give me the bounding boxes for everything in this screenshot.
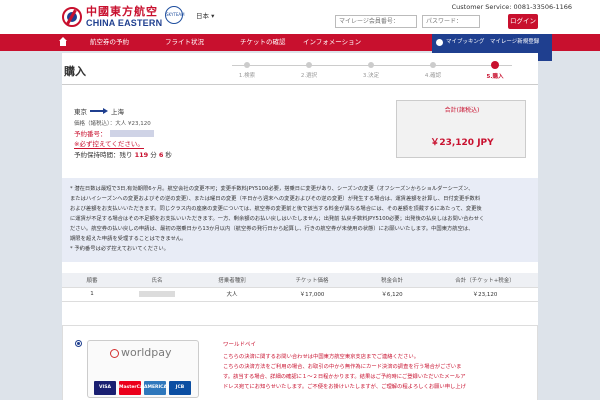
login-button[interactable]: ログイン	[508, 14, 538, 29]
worldpay-radio[interactable]	[75, 340, 82, 347]
keep-note: ※必ず控えてください。	[74, 140, 144, 149]
total-label: 合計(諸税込)	[444, 107, 480, 114]
user-icon	[436, 39, 443, 46]
col-tax-total: 税金合計	[352, 273, 432, 288]
logo-english-text: CHINA EASTERN	[86, 18, 163, 28]
nav-item-booking[interactable]: 航空券の予約	[90, 34, 129, 51]
step-label: 4.確認	[424, 73, 442, 79]
jcb-icon: JCB	[169, 381, 191, 395]
amex-icon: AMERICAN EXPRESS	[144, 381, 171, 400]
origin-city: 東京	[74, 108, 87, 116]
payment-line: ドレス宛てにお知らせいたします。ご不便をお掛けいたしますが、ご理解の程よろしくお…	[223, 384, 466, 390]
visa-icon: VISA	[94, 381, 116, 395]
cell-passenger-type: 大人	[192, 287, 272, 302]
nav-item-ticket-check[interactable]: チケットの確認	[240, 34, 286, 51]
hold-seconds-unit: 秒	[165, 151, 172, 159]
cell-name	[122, 287, 192, 302]
step-dot	[430, 62, 436, 68]
mybooking-label: マイブッキング マイレージ新規登録	[446, 39, 540, 45]
worldpay-option[interactable]: worldpay VISA MasterCard AMERICAN EXPRES…	[87, 340, 199, 400]
step-dot	[491, 61, 499, 69]
hold-minutes: 119	[134, 151, 149, 159]
cell-index: 1	[62, 287, 122, 302]
customer-service-text: Customer Service: 0081-33506-1166	[451, 3, 572, 11]
total-value: ￥23,120 JPY	[430, 138, 494, 148]
cell-total: ￥23,120	[432, 287, 538, 302]
arrow-right-icon	[90, 108, 108, 114]
payment-line: こちらの決済に関するお問い合わせは中国東方航空東京支店までご連絡ください。	[223, 354, 419, 360]
card-logos: VISA MasterCard AMERICAN EXPRESS JCB	[94, 381, 191, 400]
notice-line: ださい。航空券の払い戻しの申請は、最初の搭乗日から13か月以内（航空券の発行日か…	[70, 226, 474, 232]
step-label: 3.決定	[362, 73, 380, 79]
password-input[interactable]	[422, 15, 480, 28]
col-name: 氏名	[122, 273, 192, 288]
step-label: 5.購入	[486, 74, 504, 80]
total-box: 合計(諸税込) ￥23,120 JPY	[396, 100, 526, 158]
main-panel: 購入 1.検索 2.選択 3.決定 4.確認 5.購入 東京 上海 価格（諸税込…	[62, 53, 538, 400]
page-title: 購入	[64, 65, 86, 78]
name-redacted	[139, 290, 175, 297]
fare-rules-notice: * 潜在日数は最短で3日,有効期限6ヶ月。航空会社の変更不可；変更手数料JPY5…	[62, 178, 538, 262]
hold-time: 予約保持時間：残り 119 分 6 秒	[74, 149, 172, 159]
payment-description: こちらの決済に関するお問い合わせは中国東方航空東京支店までご連絡ください。 こち…	[223, 352, 533, 392]
swallow-logo-icon	[62, 7, 82, 27]
table-row: 1 大人 ￥17,000 ￥6,120 ￥23,120	[62, 287, 538, 302]
notice-line: * 潜在日数は最短で3日,有効期限6ヶ月。航空会社の変更不可；変更手数料JPY5…	[70, 186, 474, 192]
language-selector[interactable]: 日本 ▾	[196, 10, 214, 20]
cell-tax: ￥6,120	[352, 287, 432, 302]
hold-seconds: 6	[158, 151, 164, 159]
skyteam-icon: SKYTEAM	[165, 6, 185, 24]
booking-number: 予約番号：	[74, 128, 154, 138]
passenger-table: 順番 氏名 搭乗者種別 チケット価格 税金合計 合計（チケット+税金） 1 大人…	[62, 273, 538, 302]
step-select: 2.選択	[284, 62, 334, 79]
table-header-row: 順番 氏名 搭乗者種別 チケット価格 税金合計 合計（チケット+税金）	[62, 273, 538, 288]
step-dot	[244, 62, 250, 68]
notice-line: またはハイシーズンへの変更およびその逆の変更）、または曜日の変更（平日から週末へ…	[70, 196, 481, 202]
step-label: 2.選択	[300, 73, 318, 79]
step-decide: 3.決定	[346, 62, 396, 79]
notice-line: に運賃が不足する場合はその不足額をお支払いいただきます。一方、剰余額のお払い戻し…	[70, 216, 485, 222]
payment-line: す。該当する場合、詳細の確認に１〜２日程かかります。結果はご予約時にご登録いただ…	[223, 374, 466, 380]
site-header: 中國東方航空 CHINA EASTERN SKYTEAM 日本 ▾ Custom…	[0, 0, 600, 34]
worldpay-brand: worldpay	[121, 346, 172, 359]
booking-number-label: 予約番号：	[74, 130, 107, 138]
notice-line: 期限を超えた申請を受理することはできません。	[70, 236, 187, 242]
hold-time-prefix: 予約保持時間：残り	[74, 151, 133, 159]
payment-line: こちらの決済方法をご利用の場合、お取引の中から無作為にカード決済の調査を行う場合…	[223, 364, 462, 370]
payment-section: worldpay VISA MasterCard AMERICAN EXPRES…	[62, 325, 538, 400]
booking-number-redacted	[109, 129, 154, 137]
logo-chinese-text: 中國東方航空	[86, 5, 158, 18]
col-index: 順番	[62, 273, 122, 288]
member-number-input[interactable]	[335, 15, 417, 28]
col-ticket-price: チケット価格	[272, 273, 352, 288]
mastercard-icon: MasterCard	[119, 381, 148, 395]
step-purchase: 5.購入	[470, 61, 520, 80]
step-dot	[306, 62, 312, 68]
nav-item-flight-status[interactable]: フライト状況	[165, 34, 204, 51]
step-dot	[368, 62, 374, 68]
price-line: 価格（諸税込）：大人 ¥23,120	[74, 121, 151, 127]
step-search: 1.検索	[222, 62, 272, 79]
payment-title: ワールドペイ	[223, 342, 257, 348]
cell-ticket: ￥17,000	[272, 287, 352, 302]
route: 東京 上海	[74, 106, 124, 116]
col-passenger-type: 搭乗者種別	[192, 273, 272, 288]
globe-icon	[110, 348, 119, 358]
step-label: 1.検索	[238, 73, 256, 79]
notice-line: * 予約番号は必ず控えておいてください。	[70, 246, 169, 252]
hold-minutes-unit: 分	[150, 151, 157, 159]
nav-item-information[interactable]: インフォメーション	[303, 34, 361, 51]
notice-line: および差額をお支払いいただきます。同じクラス内の座席の変更については、航空券の変…	[70, 206, 482, 212]
step-confirm: 4.確認	[408, 62, 458, 79]
title-divider	[62, 84, 538, 85]
china-eastern-logo[interactable]: 中國東方航空 CHINA EASTERN	[62, 6, 162, 28]
worldpay-logo: worldpay	[110, 346, 172, 359]
col-grand-total: 合計（チケット+税金）	[432, 273, 538, 288]
home-icon[interactable]	[58, 37, 68, 47]
destination-city: 上海	[111, 108, 124, 116]
progress-steps: 1.検索 2.選択 3.決定 4.確認 5.購入	[222, 61, 522, 82]
